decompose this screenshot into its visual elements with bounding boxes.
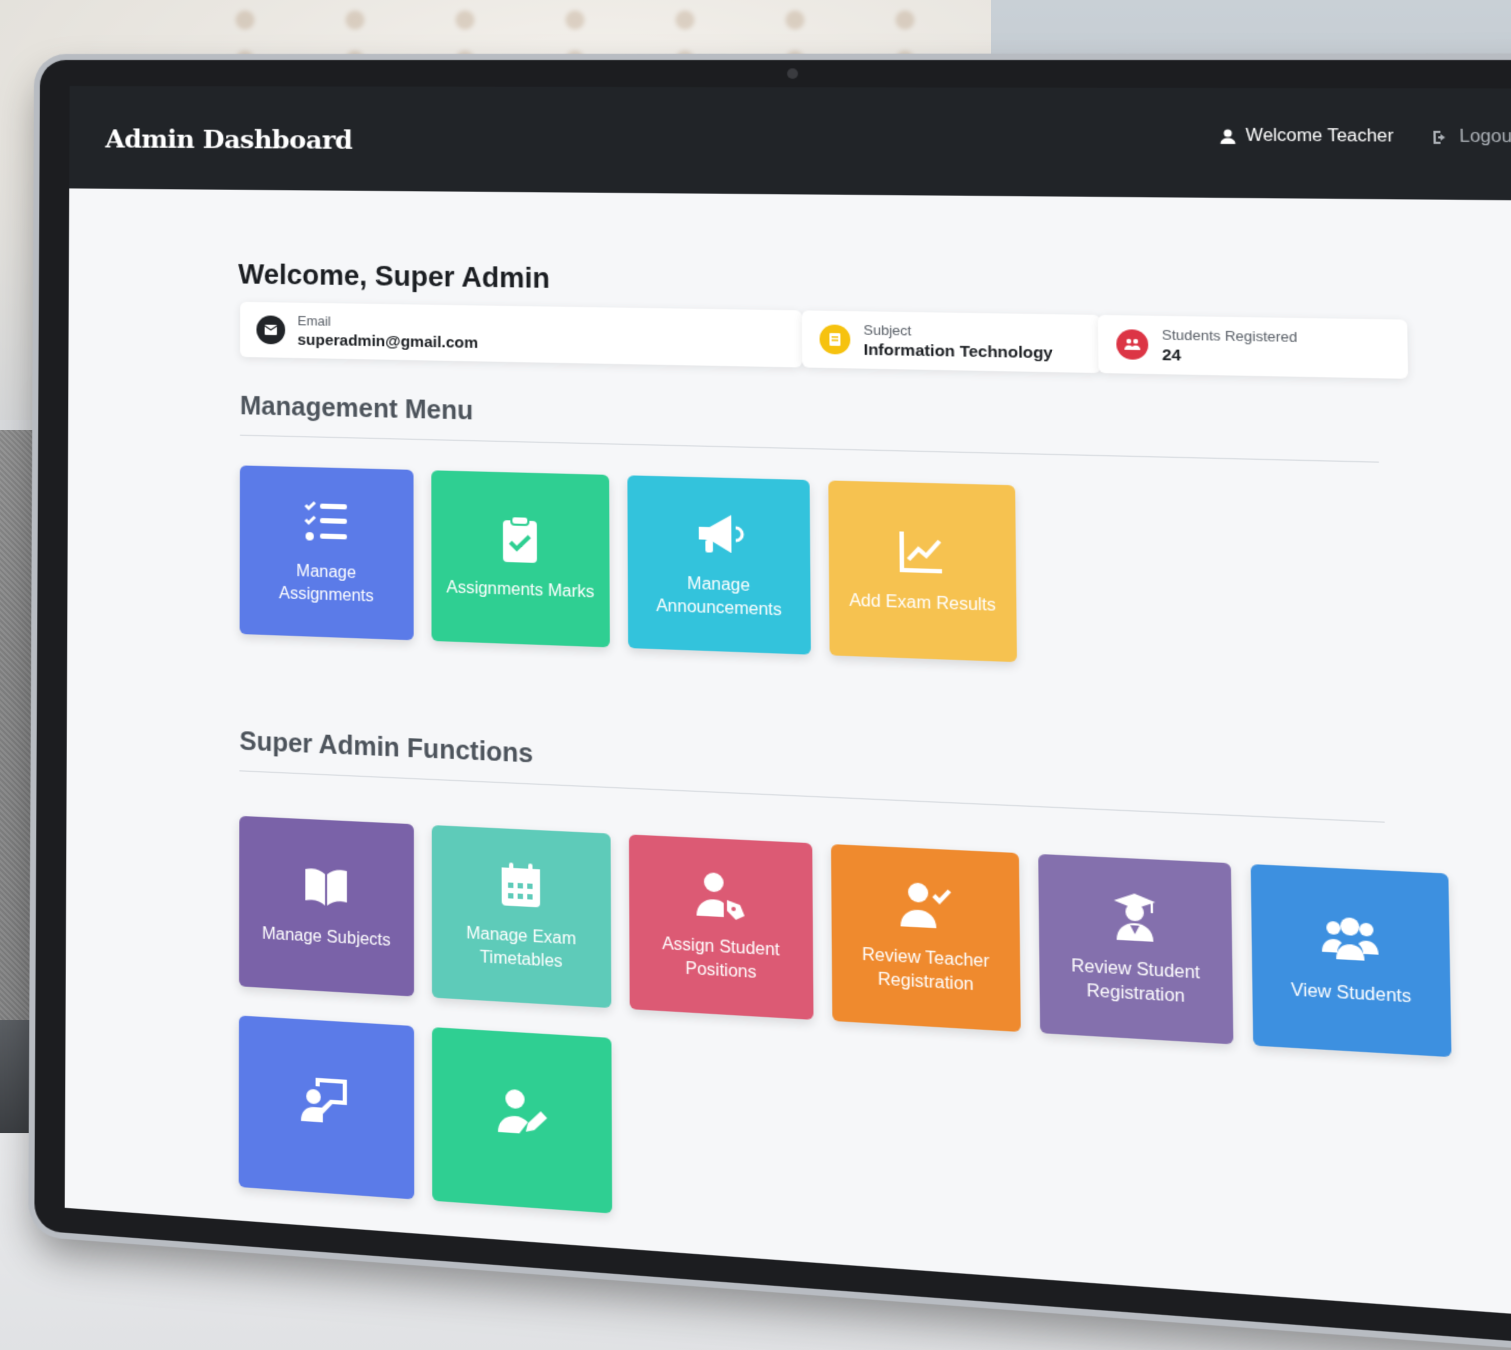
manage-announcements-tile[interactable]: Manage Announcements (627, 475, 811, 655)
laptop-bezel: Admin Dashboard Welcome Teacher Logout W… (34, 60, 1511, 1350)
review-student-registration-label: Review Student Registration (1071, 957, 1201, 1007)
logout-icon (1433, 130, 1446, 144)
view-students-tile[interactable]: View Students (1250, 864, 1452, 1058)
assignments-marks-label: Assignments Marks (446, 578, 595, 602)
users-group-icon (1321, 917, 1379, 961)
management-menu-divider (239, 434, 1379, 463)
envelope-icon (256, 315, 286, 345)
email-value: superadmin@gmail.com (297, 330, 479, 352)
students-registered-label: Students Registered (1161, 326, 1298, 345)
teacher-board-icon (300, 1077, 347, 1124)
manage-subjects-label: Manage Subjects (261, 925, 391, 950)
review-teacher-registration-label: Review Teacher Registration (861, 945, 990, 995)
graduation-user-icon (1113, 892, 1156, 942)
manage-subjects-tile[interactable]: Manage Subjects (239, 815, 415, 997)
view-students-label: View Students (1290, 981, 1412, 1007)
logout-link[interactable]: Logout (1431, 128, 1511, 148)
book-icon (819, 324, 851, 355)
welcome-teacher-link[interactable]: Welcome Teacher (1218, 127, 1394, 147)
super-admin-functions-title: Super Admin Functions (239, 726, 534, 769)
user-edit-icon (497, 1088, 548, 1134)
open-book-icon (305, 868, 347, 907)
assign-student-positions-label: Assign Student Positions (662, 935, 780, 983)
teacher-board-label (316, 1139, 337, 1140)
user-check-icon (900, 879, 952, 929)
users-icon (1116, 329, 1149, 360)
chart-line-icon (895, 525, 949, 578)
management-menu-title: Management Menu (239, 391, 474, 426)
add-exam-results-tile[interactable]: Add Exam Results (828, 480, 1017, 663)
add-exam-results-label: Add Exam Results (849, 591, 996, 615)
subject-card: Subject Information Technology (801, 310, 1101, 374)
subject-label: Subject (863, 321, 912, 339)
user-edit-tile[interactable] (432, 1027, 613, 1214)
teacher-board-tile[interactable] (238, 1015, 415, 1200)
megaphone-icon (698, 514, 744, 554)
subject-value: Information Technology (863, 340, 1053, 362)
email-label: Email (297, 312, 331, 329)
email-card: Email superadmin@gmail.com (240, 301, 803, 368)
clipboard-check-icon (494, 514, 545, 563)
user-icon (1219, 129, 1235, 145)
logout-label: Logout (1459, 127, 1511, 147)
screen: Admin Dashboard Welcome Teacher Logout W… (64, 86, 1511, 1321)
calendar-icon (501, 862, 541, 908)
welcome-teacher-label: Welcome Teacher (1245, 126, 1394, 146)
manage-exam-timetables-tile[interactable]: Manage Exam Timetables (431, 825, 612, 1009)
assignments-marks-tile[interactable]: Assignments Marks (431, 470, 610, 648)
brand-title[interactable]: Admin Dashboard (105, 124, 352, 155)
navbar-right: Welcome Teacher Logout (1218, 127, 1511, 148)
manage-exam-timetables-label: Manage Exam Timetables (466, 924, 577, 972)
students-registered-card: Students Registered 24 (1097, 314, 1409, 379)
manage-announcements-label: Manage Announcements (656, 575, 782, 620)
webcam (787, 68, 799, 79)
list-check-icon (301, 497, 347, 541)
super-admin-functions-divider (239, 770, 1385, 823)
manage-assignments-tile[interactable]: Manage Assignments (239, 465, 414, 641)
page-title: Welcome, Super Admin (238, 258, 550, 295)
navbar: Admin Dashboard Welcome Teacher Logout (69, 86, 1511, 201)
review-student-registration-tile[interactable]: Review Student Registration (1038, 853, 1234, 1045)
manage-assignments-label: Manage Assignments (278, 562, 374, 606)
user-edit-label (511, 1152, 532, 1153)
review-teacher-registration-tile[interactable]: Review Teacher Registration (831, 844, 1021, 1032)
students-registered-value: 24 (1161, 345, 1182, 365)
assign-student-positions-tile[interactable]: Assign Student Positions (628, 834, 814, 1020)
user-tag-icon (696, 872, 745, 921)
